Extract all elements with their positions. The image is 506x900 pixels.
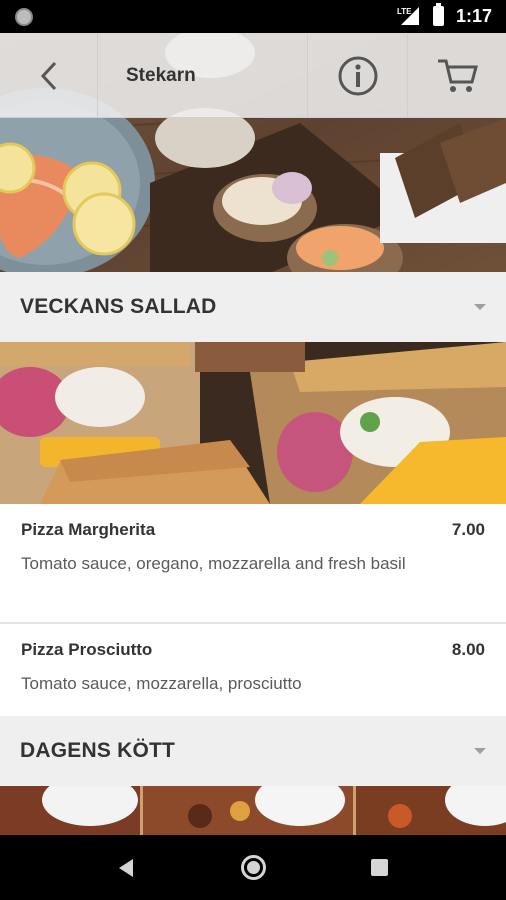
chevron-left-icon [40,61,56,90]
status-time: 1:17 [455,5,492,26]
section-title: VECKANS SALLAD [20,295,217,318]
section-banner-image [0,342,506,504]
caret-down-icon [474,304,486,310]
info-icon [338,56,377,95]
app-screen: Stekarn VECKANS SALLAD Pizza Margherita … [0,33,506,835]
battery-icon [432,3,444,26]
back-button[interactable] [0,33,98,118]
toolbar-title: Stekarn [98,33,308,118]
item-description: Tomato sauce, oregano, mozzarella and fr… [21,554,406,573]
item-price: 8.00 [451,640,485,659]
app-toolbar: Stekarn [0,33,506,118]
cart-button[interactable] [408,33,506,118]
section-header-dagens-kott[interactable]: DAGENS KÖTT [0,716,506,786]
item-name: Pizza Margherita [21,520,156,539]
system-nav-bar [0,835,506,900]
info-button[interactable] [308,33,408,118]
cart-icon [438,59,478,92]
section-header-veckans-sallad[interactable]: VECKANS SALLAD [0,272,506,342]
status-bar: LTE 1:17 [0,0,506,33]
item-price: 7.00 [451,520,485,539]
notification-icon [15,8,33,26]
lte-label: LTE [397,7,412,16]
caret-down-icon [474,748,486,754]
item-name: Pizza Prosciutto [21,640,153,659]
item-description: Tomato sauce, mozzarella, prosciutto [21,674,302,693]
menu-item[interactable]: Pizza Margherita 7.00 Tomato sauce, oreg… [0,504,506,622]
lte-signal-icon: LTE [397,7,419,25]
nav-back-icon[interactable] [119,859,133,877]
nav-recents-icon[interactable] [371,859,388,876]
nav-home-icon[interactable] [241,855,266,880]
menu-item[interactable]: Pizza Prosciutto 8.00 Tomato sauce, mozz… [0,624,506,716]
status-icons: LTE 1:17 [397,3,492,27]
section-banner-image [0,786,506,835]
section-title: DAGENS KÖTT [20,739,176,762]
